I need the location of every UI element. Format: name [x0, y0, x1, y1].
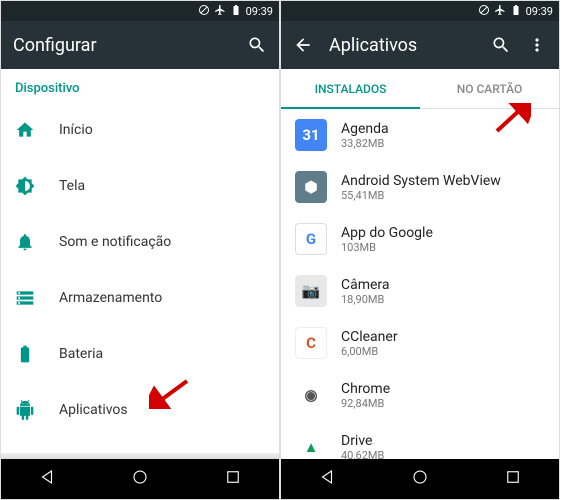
- app-size: 33,82MB: [341, 137, 389, 150]
- app-texts: Android System WebView 55,41MB: [341, 173, 501, 202]
- tab-label: NO CARTÃO: [457, 82, 523, 96]
- settings-label: Aplicativos: [59, 402, 128, 418]
- settings-list: Início Tela Som e notificação Armazename…: [1, 102, 279, 453]
- app-item[interactable]: 31 Agenda 33,82MB: [281, 109, 559, 161]
- recents-button[interactable]: [484, 460, 542, 498]
- navigation-bar: [281, 459, 559, 499]
- app-icon: G: [295, 223, 327, 255]
- appbar: Aplicativos: [281, 21, 559, 69]
- app-size: 92,84MB: [341, 397, 390, 410]
- recents-button[interactable]: [204, 460, 262, 498]
- bell-icon: [15, 232, 35, 252]
- back-button[interactable]: [18, 460, 76, 498]
- overflow-icon[interactable]: [527, 35, 547, 55]
- search-icon[interactable]: [247, 35, 267, 55]
- search-icon[interactable]: [491, 35, 511, 55]
- app-name: App do Google: [341, 225, 433, 241]
- no-network-icon: [478, 4, 490, 19]
- app-item[interactable]: C CCleaner 6,00MB: [281, 317, 559, 369]
- app-item[interactable]: ⬢ Android System WebView 55,41MB: [281, 161, 559, 213]
- settings-item-apps[interactable]: Aplicativos: [1, 382, 279, 438]
- app-size: 55,41MB: [341, 189, 501, 202]
- app-texts: App do Google 103MB: [341, 225, 433, 254]
- app-item[interactable]: G App do Google 103MB: [281, 213, 559, 265]
- app-texts: Câmera 18,90MB: [341, 277, 390, 306]
- settings-item-home[interactable]: Início: [1, 102, 279, 158]
- appbar: Configurar: [1, 21, 279, 69]
- app-name: Câmera: [341, 277, 390, 293]
- statusbar: 09:39: [1, 1, 279, 21]
- airplane-icon: [494, 4, 506, 19]
- app-icon: ⬢: [295, 171, 327, 203]
- app-texts: Agenda 33,82MB: [341, 121, 389, 150]
- app-texts: Chrome 92,84MB: [341, 381, 390, 410]
- app-list: 31 Agenda 33,82MB ⬢ Android System WebVi…: [281, 109, 559, 459]
- app-item[interactable]: 📷 Câmera 18,90MB: [281, 265, 559, 317]
- section-header: Dispositivo: [1, 69, 279, 102]
- app-name: CCleaner: [341, 329, 398, 345]
- app-icon: ◉: [295, 379, 327, 411]
- settings-label: Bateria: [59, 346, 103, 362]
- back-icon[interactable]: [293, 35, 313, 55]
- home-button[interactable]: [111, 460, 169, 498]
- settings-item-sound[interactable]: Som e notificação: [1, 214, 279, 270]
- storage-icon: [15, 288, 35, 308]
- settings-screen: 09:39 Configurar Dispositivo Início Tela…: [0, 0, 280, 500]
- statusbar: 09:39: [281, 1, 559, 21]
- back-button[interactable]: [298, 460, 356, 498]
- battery-icon: [15, 344, 35, 364]
- appbar-title: Aplicativos: [329, 35, 475, 56]
- statusbar-time: 09:39: [246, 5, 273, 18]
- android-icon: [15, 400, 35, 420]
- settings-label: Som e notificação: [59, 234, 171, 250]
- display-icon: [15, 176, 35, 196]
- settings-item-display[interactable]: Tela: [1, 158, 279, 214]
- app-item[interactable]: ◉ Chrome 92,84MB: [281, 369, 559, 421]
- settings-label: Armazenamento: [59, 290, 162, 306]
- statusbar-time: 09:39: [526, 5, 553, 18]
- tab-on-card[interactable]: NO CARTÃO: [420, 69, 559, 108]
- airplane-icon: [214, 4, 226, 19]
- app-size: 40,62MB: [341, 449, 384, 460]
- appbar-title: Configurar: [13, 35, 231, 56]
- app-item[interactable]: ▲ Drive 40,62MB: [281, 421, 559, 459]
- app-name: Chrome: [341, 381, 390, 397]
- battery-icon: [510, 4, 522, 19]
- home-button[interactable]: [391, 460, 449, 498]
- settings-item-battery[interactable]: Bateria: [1, 326, 279, 382]
- app-size: 18,90MB: [341, 293, 390, 306]
- app-name: Agenda: [341, 121, 389, 137]
- tab-installed[interactable]: INSTALADOS: [281, 69, 420, 108]
- tab-label: INSTALADOS: [315, 82, 387, 96]
- app-size: 103MB: [341, 241, 433, 254]
- settings-label: Tela: [59, 178, 85, 194]
- app-icon: 31: [295, 119, 327, 151]
- app-icon: ▲: [295, 431, 327, 459]
- app-name: Android System WebView: [341, 173, 501, 189]
- no-network-icon: [198, 4, 210, 19]
- settings-item-storage[interactable]: Armazenamento: [1, 270, 279, 326]
- settings-label: Início: [59, 122, 93, 138]
- navigation-bar: [1, 459, 279, 499]
- app-texts: Drive 40,62MB: [341, 433, 384, 460]
- app-icon: C: [295, 327, 327, 359]
- app-name: Drive: [341, 433, 384, 449]
- app-icon: 📷: [295, 275, 327, 307]
- home-icon: [15, 120, 35, 140]
- tabs: INSTALADOS NO CARTÃO: [281, 69, 559, 109]
- app-size: 6,00MB: [341, 345, 398, 358]
- app-texts: CCleaner 6,00MB: [341, 329, 398, 358]
- apps-screen: 09:39 Aplicativos INSTALADOS NO CARTÃO 3…: [280, 0, 560, 500]
- battery-icon: [230, 4, 242, 19]
